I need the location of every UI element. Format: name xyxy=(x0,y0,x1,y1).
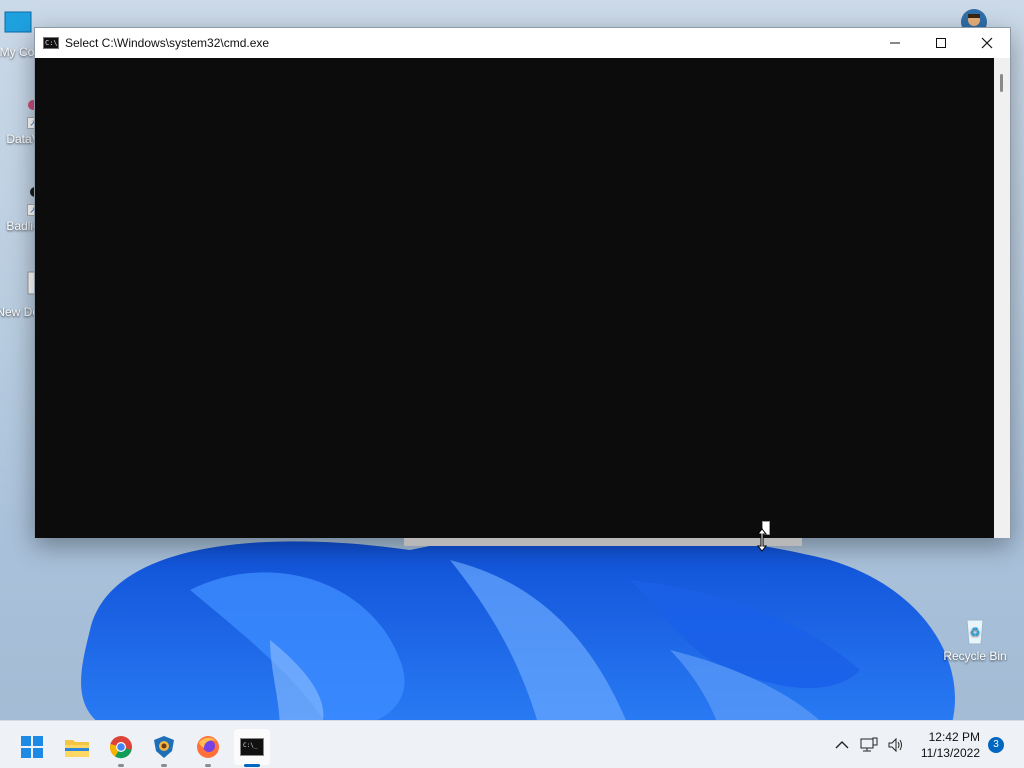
speaker-icon xyxy=(888,737,902,753)
drag-preview-bar xyxy=(404,538,802,546)
console-output-area[interactable] xyxy=(35,58,994,538)
desktop-icon-label: Recycle Bin xyxy=(943,649,1007,663)
taskbar-firefox[interactable] xyxy=(190,729,226,767)
minimize-icon xyxy=(890,42,900,44)
folder-icon xyxy=(65,740,89,757)
taskbar-clock[interactable]: 12:42 PM 11/13/2022 xyxy=(921,729,980,761)
taskbar-cmd[interactable]: C:\_ xyxy=(234,729,270,767)
cmd-icon: C:\ xyxy=(43,37,59,49)
firefox-icon xyxy=(197,736,219,758)
recycle-bin-icon: ♻ xyxy=(959,614,991,646)
system-tray: 12:42 PM 11/13/2022 3 xyxy=(830,721,1024,768)
cmd-window[interactable]: C:\ Select C:\Windows\system32\cmd.exe xyxy=(34,27,1011,538)
minimize-button[interactable] xyxy=(872,28,918,58)
window-title: Select C:\Windows\system32\cmd.exe xyxy=(65,36,270,50)
taskbar-chrome[interactable] xyxy=(103,729,139,767)
network-icon xyxy=(860,737,878,752)
windows-start-icon xyxy=(21,736,43,758)
scrollbar-thumb[interactable] xyxy=(1000,74,1003,92)
chevron-up-button[interactable] xyxy=(830,733,854,757)
wallpaper-bloom xyxy=(70,520,970,730)
taskbar: C:\_ 12:42 PM 11/13/2022 3 xyxy=(0,720,1024,768)
volume-button[interactable] xyxy=(884,733,908,757)
taskbar-lion-app[interactable] xyxy=(146,729,182,767)
maximize-button[interactable] xyxy=(918,28,964,58)
close-button[interactable] xyxy=(964,28,1010,58)
clock-date: 11/13/2022 xyxy=(920,746,980,760)
notification-badge[interactable]: 3 xyxy=(988,737,1004,753)
start-button[interactable] xyxy=(14,729,50,765)
window-titlebar[interactable]: C:\ Select C:\Windows\system32\cmd.exe xyxy=(35,28,1010,58)
clock-time: 12:42 PM xyxy=(928,730,980,744)
monitor-icon xyxy=(1,10,33,42)
desktop-icon-recycle-bin[interactable]: ♻ Recycle Bin xyxy=(940,614,1010,663)
chrome-icon xyxy=(109,736,132,759)
terminal-icon: C:\_ xyxy=(240,738,264,756)
shield-lion-icon xyxy=(154,736,174,758)
maximize-icon xyxy=(936,38,946,48)
taskbar-file-explorer[interactable] xyxy=(59,729,95,765)
desktop-icon-label: My Co xyxy=(0,45,35,59)
chevron-up-icon xyxy=(835,741,849,749)
svg-text:C:\_: C:\_ xyxy=(243,742,258,749)
vertical-scrollbar[interactable] xyxy=(994,58,1010,538)
close-icon xyxy=(981,37,993,49)
svg-text:♻: ♻ xyxy=(970,625,981,639)
network-button[interactable] xyxy=(857,733,881,757)
resize-cursor-icon xyxy=(754,528,770,552)
